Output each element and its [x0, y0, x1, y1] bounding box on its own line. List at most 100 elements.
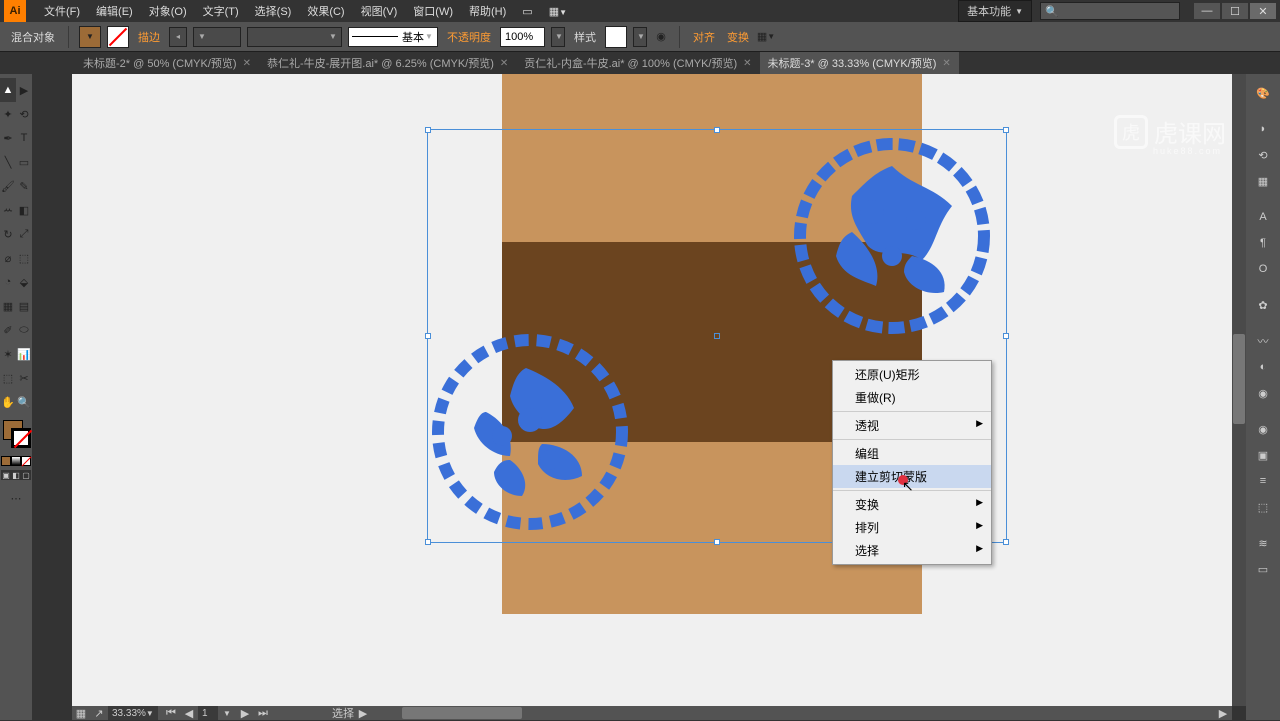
perspective-tool[interactable]: ⬙	[16, 270, 32, 294]
tab-doc-1[interactable]: 未标题-2* @ 50% (CMYK/预览)✕	[75, 52, 259, 74]
handle-mid-left[interactable]	[425, 333, 431, 339]
ctx-redo[interactable]: 重做(R)	[833, 386, 991, 409]
panel-color-guide-icon[interactable]: ◗	[1249, 116, 1277, 142]
panel-paragraph-icon[interactable]: ¶	[1249, 230, 1277, 256]
stroke-weight-stepper[interactable]: ◂	[169, 27, 187, 47]
magic-wand-tool[interactable]: ✦	[0, 102, 16, 126]
hscroll-right-icon[interactable]: ▶	[1214, 706, 1232, 720]
hand-tool[interactable]: ✋	[0, 390, 16, 414]
panel-transform-icon[interactable]: ⬚	[1249, 494, 1277, 520]
panel-layers-icon[interactable]: ≋	[1249, 530, 1277, 556]
status-icon-1[interactable]: ▦	[72, 706, 90, 720]
handle-bot-right[interactable]	[1003, 539, 1009, 545]
eyedropper-tool[interactable]: ✐	[0, 318, 16, 342]
tab-close-icon[interactable]: ✕	[243, 58, 251, 69]
window-close[interactable]: ✕	[1250, 3, 1276, 19]
menu-window[interactable]: 窗口(W)	[405, 3, 461, 19]
recolor-icon[interactable]: ◉	[653, 25, 669, 49]
rotate-tool[interactable]: ↻	[0, 222, 16, 246]
panel-opentype-icon[interactable]: O	[1249, 256, 1277, 282]
pen-tool[interactable]: ✒	[0, 126, 16, 150]
menu-help[interactable]: 帮助(H)	[461, 3, 514, 19]
nav-first-icon[interactable]: ⏮	[162, 706, 180, 720]
lasso-tool[interactable]: ⟲	[16, 102, 32, 126]
graph-tool[interactable]: 📊	[16, 342, 32, 366]
ctx-undo[interactable]: 还原(U)矩形	[833, 363, 991, 386]
style-swatch[interactable]	[605, 26, 627, 48]
panel-stroke-icon[interactable]: ⟲	[1249, 142, 1277, 168]
nav-last-icon[interactable]: ⏭	[254, 706, 272, 720]
ctx-arrange[interactable]: 排列▶	[833, 516, 991, 539]
pencil-tool[interactable]: ✎	[16, 174, 32, 198]
horizontal-scrollbar[interactable]	[402, 707, 1214, 719]
menu-select[interactable]: 选择(S)	[247, 3, 300, 19]
line-tool[interactable]: ╲	[0, 150, 16, 174]
window-maximize[interactable]: ☐	[1222, 3, 1248, 19]
menu-file[interactable]: 文件(F)	[36, 3, 88, 19]
panel-character-icon[interactable]: A	[1249, 204, 1277, 230]
panel-transparency-icon[interactable]: ◉	[1249, 380, 1277, 406]
window-minimize[interactable]: —	[1194, 3, 1220, 19]
paintbrush-tool[interactable]: 🖌	[0, 174, 16, 198]
artboard-tool[interactable]: ⬚	[0, 366, 16, 390]
handle-top-left[interactable]	[425, 127, 431, 133]
rectangle-tool[interactable]: ▭	[16, 150, 32, 174]
tab-doc-2[interactable]: 恭仁礼-牛皮-展开图.ai* @ 6.25% (CMYK/预览)✕	[259, 52, 516, 74]
panel-graphic-styles-icon[interactable]: ▣	[1249, 442, 1277, 468]
tab-close-icon[interactable]: ✕	[942, 58, 950, 69]
handle-top-right[interactable]	[1003, 127, 1009, 133]
direct-selection-tool[interactable]: ▶	[16, 78, 32, 102]
zoom-level-input[interactable]: 33.33%▼	[108, 706, 158, 720]
slice-tool[interactable]: ✂	[16, 366, 32, 390]
nav-next-icon[interactable]: ▶	[236, 706, 254, 720]
scale-tool[interactable]: ⤢	[16, 222, 32, 246]
status-icon-2[interactable]: ↗	[90, 706, 108, 720]
zoom-tool[interactable]: 🔍	[16, 390, 32, 414]
panel-color-icon[interactable]: 🎨	[1249, 80, 1277, 106]
ctx-perspective[interactable]: 透视▶	[833, 414, 991, 437]
search-input[interactable]: 🔍	[1040, 2, 1180, 20]
brush-dropdown[interactable]: 基本 ▼	[348, 27, 438, 47]
edit-toolbar-icon[interactable]: ⋯	[0, 486, 32, 510]
panel-artboards-icon[interactable]: ▭	[1249, 556, 1277, 582]
width-tool[interactable]: ⌀	[0, 246, 16, 270]
stroke-label[interactable]: 描边	[135, 29, 163, 45]
handle-bot-mid[interactable]	[714, 539, 720, 545]
fill-stroke-indicator[interactable]	[1, 418, 31, 450]
artboard-number-input[interactable]: 1	[198, 706, 218, 720]
handle-mid-right[interactable]	[1003, 333, 1009, 339]
panel-swatches-icon[interactable]: ▦	[1249, 168, 1277, 194]
vertical-scroll-thumb[interactable]	[1233, 334, 1245, 424]
ctx-group[interactable]: 编组	[833, 442, 991, 465]
status-menu-icon[interactable]: ▶	[354, 706, 372, 720]
handle-bot-left[interactable]	[425, 539, 431, 545]
selection-tool[interactable]: ▲	[0, 78, 16, 102]
blob-brush-tool[interactable]: ꕀ	[0, 198, 16, 222]
tab-close-icon[interactable]: ✕	[743, 58, 751, 69]
tab-close-icon[interactable]: ✕	[500, 58, 508, 69]
menu-type[interactable]: 文字(T)	[195, 3, 247, 19]
nav-prev-icon[interactable]: ◀	[180, 706, 198, 720]
stroke-weight-input[interactable]: ▼	[193, 27, 241, 47]
fill-swatch[interactable]: ▼	[79, 26, 101, 48]
blend-tool[interactable]: ⬭	[16, 318, 32, 342]
gradient-tool[interactable]: ▤	[16, 294, 32, 318]
align-label[interactable]: 对齐	[690, 29, 718, 45]
style-dropdown[interactable]: ▼	[633, 27, 647, 47]
nav-dropdown-icon[interactable]: ▼	[218, 706, 236, 720]
free-transform-tool[interactable]: ⬚	[16, 246, 32, 270]
stroke-swatch[interactable]	[107, 26, 129, 48]
panel-appearance-icon[interactable]: ◉	[1249, 416, 1277, 442]
canvas[interactable]: 还原(U)矩形 重做(R) 透视▶ 编组 建立剪切蒙版 变换▶ 排列▶ 选择▶ …	[72, 74, 1232, 706]
tab-doc-3[interactable]: 贡仁礼-内盒-牛皮.ai* @ 100% (CMYK/预览)✕	[516, 52, 759, 74]
panel-gradient2-icon[interactable]: ◐	[1249, 354, 1277, 380]
menu-bridge-icon[interactable]: ▭	[514, 5, 540, 18]
symbol-sprayer-tool[interactable]: ✶	[0, 342, 16, 366]
menu-object[interactable]: 对象(O)	[141, 3, 195, 19]
menu-edit[interactable]: 编辑(E)	[88, 3, 141, 19]
ctx-select[interactable]: 选择▶	[833, 539, 991, 562]
panel-brushes-icon[interactable]: 〰	[1249, 328, 1277, 354]
opacity-label[interactable]: 不透明度	[444, 29, 494, 45]
type-tool[interactable]: T	[16, 126, 32, 150]
horizontal-scroll-thumb[interactable]	[402, 707, 522, 719]
